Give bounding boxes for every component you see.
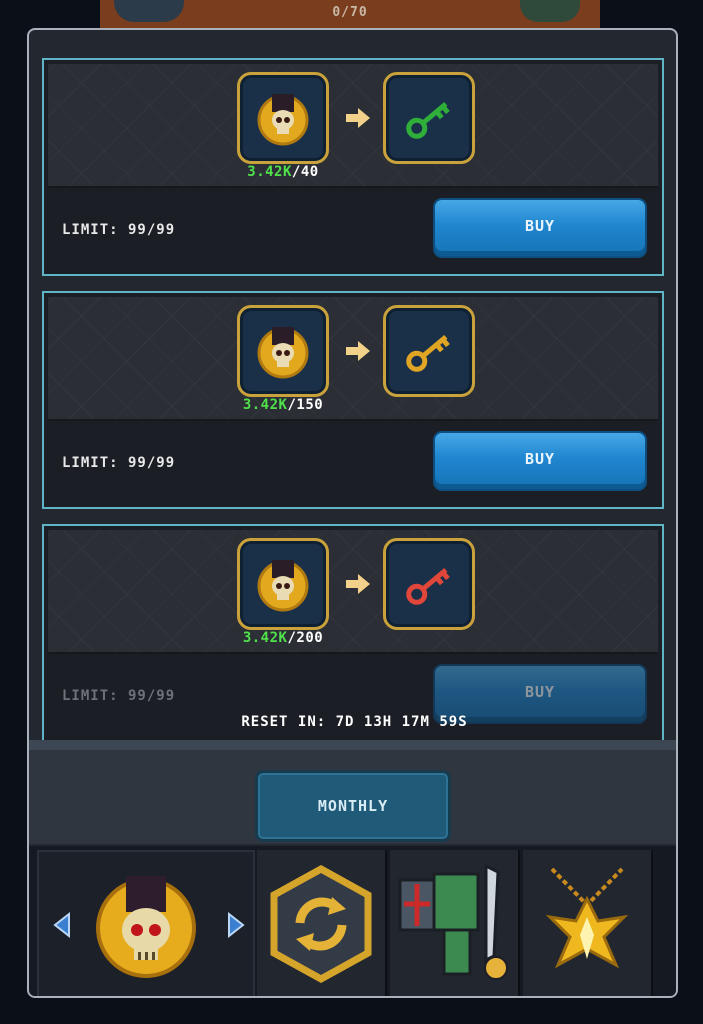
offer-card: 3.42K/40 LIMIT: 99/99 BUY	[42, 58, 664, 276]
exchange-icon	[270, 865, 372, 983]
currency-item-exchange[interactable]	[257, 850, 387, 996]
buy-button[interactable]: BUY	[433, 198, 647, 258]
currency-item-pendant[interactable]	[523, 850, 653, 996]
arrow-right-icon	[346, 341, 370, 361]
arrow-right-icon	[346, 574, 370, 594]
output-slot	[383, 305, 475, 397]
top-counter: 0/70	[332, 5, 368, 20]
green-key-icon	[406, 101, 450, 139]
currency-item-skull-coin[interactable]	[37, 850, 255, 996]
required-amount: /200	[287, 630, 324, 646]
skull-coin-icon	[257, 94, 309, 146]
offer-list[interactable]: 3.42K/40 LIMIT: 99/99 BUY 3.42K/150 LIMI…	[42, 58, 664, 766]
output-slot	[383, 72, 475, 164]
top-strip: 0/70	[100, 0, 600, 30]
skull-coin-icon	[96, 876, 196, 978]
required-amount: /150	[287, 397, 324, 413]
chevron-right-icon[interactable]	[227, 912, 245, 938]
input-slot	[237, 72, 329, 164]
pendant-icon	[545, 867, 629, 969]
owned-amount: 3.42K	[242, 630, 288, 646]
output-slot	[383, 538, 475, 630]
shop-panel: 3.42K/40 LIMIT: 99/99 BUY 3.42K/150 LIMI…	[27, 28, 678, 998]
chevron-left-icon[interactable]	[53, 912, 71, 938]
arrow-right-icon	[346, 108, 370, 128]
tab-monthly[interactable]: MONTHLY	[255, 770, 451, 842]
offer-card: 3.42K/200 LIMIT: 99/99 BUY	[42, 524, 664, 742]
cost-label: 3.42K/40	[48, 164, 518, 180]
gold-key-icon	[406, 334, 450, 372]
reset-timer: RESET IN: 7D 13H 17M 59S	[241, 714, 468, 730]
limit-label: LIMIT: 99/99	[62, 222, 176, 238]
trade-area: 3.42K/200	[48, 530, 658, 654]
cost-label: 3.42K/200	[48, 630, 518, 646]
currency-strip	[29, 846, 676, 996]
required-amount: /40	[291, 164, 319, 180]
limit-label: LIMIT: 99/99	[62, 455, 176, 471]
input-slot	[237, 305, 329, 397]
skull-coin-icon	[257, 327, 309, 379]
currency-item-armor-set[interactable]	[390, 850, 520, 996]
owned-amount: 3.42K	[247, 164, 292, 180]
offer-card: 3.42K/150 LIMIT: 99/99 BUY	[42, 291, 664, 509]
owned-amount: 3.42K	[242, 397, 288, 413]
limit-label: LIMIT: 99/99	[62, 688, 176, 704]
armor-set-icon	[398, 863, 508, 980]
tab-bar: MONTHLY	[29, 740, 676, 844]
trade-area: 3.42K/40	[48, 64, 658, 188]
skull-coin-icon	[257, 560, 309, 612]
buy-button[interactable]: BUY	[433, 431, 647, 491]
cost-label: 3.42K/150	[48, 397, 518, 413]
red-key-icon	[406, 567, 450, 605]
trade-area: 3.42K/150	[48, 297, 658, 421]
input-slot	[237, 538, 329, 630]
